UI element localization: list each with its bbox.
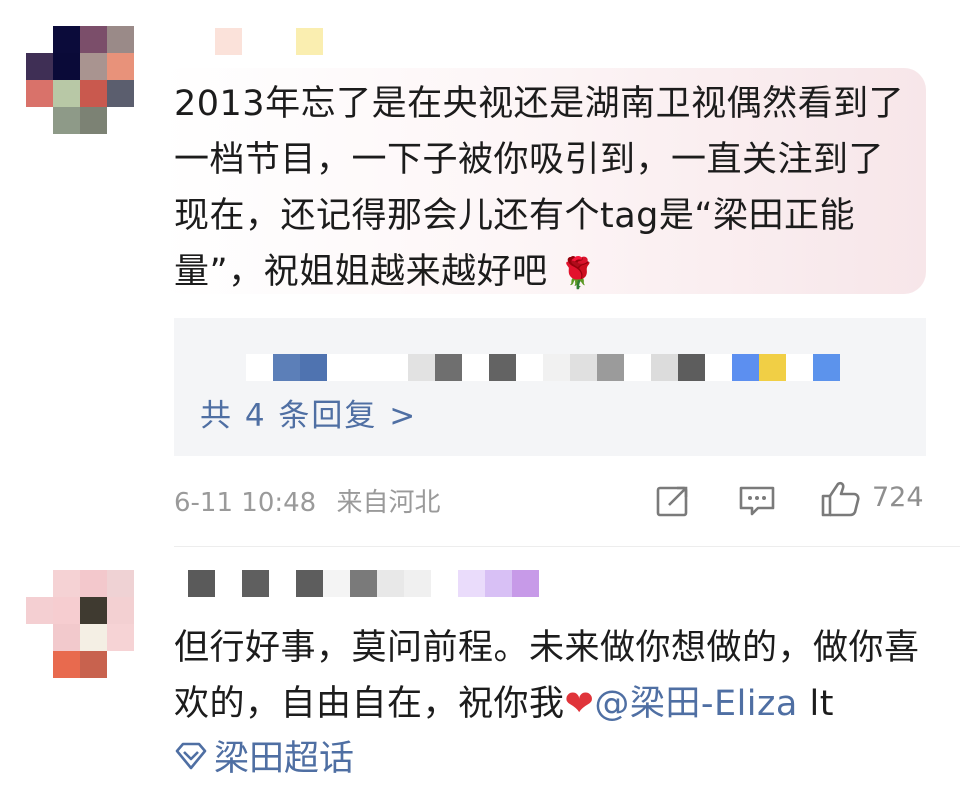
blur-pixel <box>404 570 431 597</box>
blur-pixel <box>408 354 435 381</box>
blur-pixel <box>273 354 300 381</box>
replies-panel[interactable] <box>174 318 926 456</box>
comment-meta: 6-11 10:48 来自河北 <box>174 482 440 519</box>
blur-pixel <box>489 354 516 381</box>
blur-pixel <box>462 354 489 381</box>
blur-pixel <box>570 354 597 381</box>
blur-pixel <box>485 570 512 597</box>
blur-pixel <box>107 651 134 678</box>
comment-body: 2013年忘了是在央视还是湖南卫视偶然看到了一档节目，一下子被你吸引到，一直关注… <box>174 84 905 292</box>
blur-pixel <box>53 107 80 134</box>
avatar[interactable] <box>26 570 134 678</box>
heart-emoji-icon: ❤ <box>564 684 595 724</box>
weibo-comment-page: 2013年忘了是在央视还是湖南卫视偶然看到了一档节目，一下子被你吸引到，一直关注… <box>0 0 960 788</box>
comment-divider <box>174 546 960 547</box>
blur-pixel <box>80 597 107 624</box>
comment-text: 2013年忘了是在央视还是湖南卫视偶然看到了一档节目，一下子被你吸引到，一直关注… <box>174 76 914 302</box>
blur-pixel <box>269 28 296 55</box>
blur-pixel <box>624 354 651 381</box>
blur-pixel <box>327 354 354 381</box>
blur-pixel <box>107 26 134 53</box>
blur-pixel <box>188 570 215 597</box>
blur-pixel <box>107 80 134 107</box>
username-blurred[interactable] <box>188 570 539 597</box>
blur-pixel <box>435 354 462 381</box>
blur-pixel <box>354 354 381 381</box>
blur-pixel <box>80 26 107 53</box>
topic-link[interactable]: 梁田超话 <box>174 730 354 781</box>
rose-emoji-icon: 🌹 <box>559 256 598 291</box>
reply-usernames-blurred <box>246 354 840 381</box>
blur-pixel <box>458 570 485 597</box>
blur-pixel <box>813 354 840 381</box>
blur-pixel <box>300 354 327 381</box>
blur-pixel <box>53 597 80 624</box>
blur-pixel <box>107 107 134 134</box>
view-replies-link[interactable]: 共 4 条回复 > <box>200 390 417 435</box>
blur-pixel <box>53 624 80 651</box>
blur-pixel <box>188 28 215 55</box>
blur-pixel <box>80 80 107 107</box>
comment-icon[interactable] <box>738 484 776 518</box>
blur-pixel <box>705 354 732 381</box>
comment-location: 来自河北 <box>336 488 441 518</box>
blur-pixel <box>80 624 107 651</box>
blur-pixel <box>597 354 624 381</box>
blur-pixel <box>80 651 107 678</box>
blur-pixel <box>350 570 377 597</box>
comment-text: 但行好事，莫问前程。未来做你想做的，做你喜欢的，自由自在，祝你我❤@梁田-Eli… <box>174 620 934 732</box>
blur-pixel <box>296 570 323 597</box>
blur-pixel <box>107 624 134 651</box>
blur-pixel <box>26 107 53 134</box>
topic-diamond-icon <box>175 742 207 769</box>
blur-pixel <box>786 354 813 381</box>
blur-pixel <box>215 570 242 597</box>
blur-pixel <box>53 53 80 80</box>
blur-pixel <box>242 570 269 597</box>
blur-pixel <box>381 354 408 381</box>
blur-pixel <box>516 354 543 381</box>
blur-pixel <box>242 28 269 55</box>
like-count: 724 <box>872 482 924 513</box>
like-icon[interactable] <box>820 480 862 518</box>
blur-pixel <box>759 354 786 381</box>
topic-label: 梁田超话 <box>214 739 355 779</box>
blur-pixel <box>107 570 134 597</box>
blur-pixel <box>651 354 678 381</box>
blur-pixel <box>246 354 273 381</box>
blur-pixel <box>26 597 53 624</box>
blur-pixel <box>377 570 404 597</box>
blur-pixel <box>26 624 53 651</box>
blur-pixel <box>269 570 296 597</box>
blur-pixel <box>215 28 242 55</box>
blur-pixel <box>296 28 323 55</box>
blur-pixel <box>26 80 53 107</box>
blur-pixel <box>26 651 53 678</box>
blur-pixel <box>53 570 80 597</box>
blur-pixel <box>53 26 80 53</box>
avatar[interactable] <box>26 26 134 134</box>
comment-date: 6-11 10:48 <box>174 488 317 518</box>
blur-pixel <box>512 570 539 597</box>
blur-pixel <box>80 53 107 80</box>
blur-pixel <box>732 354 759 381</box>
blur-pixel <box>53 651 80 678</box>
blur-pixel <box>323 570 350 597</box>
blur-pixel <box>431 570 458 597</box>
blur-pixel <box>678 354 705 381</box>
blur-pixel <box>543 354 570 381</box>
repost-icon[interactable] <box>655 484 691 518</box>
blur-pixel <box>26 570 53 597</box>
username-blurred[interactable] <box>188 28 323 55</box>
comment-trailing-text: lt <box>797 684 834 724</box>
blur-pixel <box>53 80 80 107</box>
blur-pixel <box>107 53 134 80</box>
blur-pixel <box>26 26 53 53</box>
blur-pixel <box>26 53 53 80</box>
mention-link[interactable]: @梁田-Eliza <box>594 684 798 724</box>
blur-pixel <box>107 597 134 624</box>
blur-pixel <box>80 570 107 597</box>
blur-pixel <box>80 107 107 134</box>
